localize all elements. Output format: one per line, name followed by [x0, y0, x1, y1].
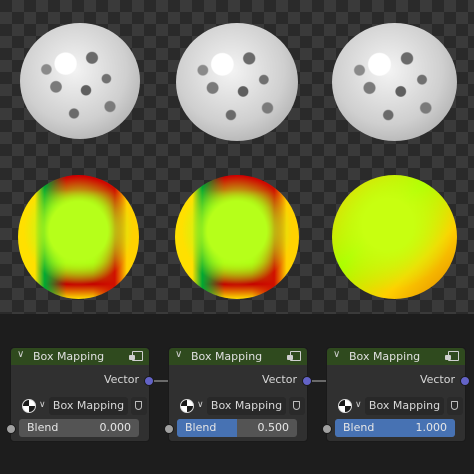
preview-sphere-texture-2 [176, 23, 298, 141]
node-title: Box Mapping [33, 350, 105, 363]
chevron-down-icon[interactable]: ∨ [333, 349, 340, 360]
blend-label: Blend [185, 421, 217, 434]
projection-sphere-icon[interactable] [22, 399, 36, 413]
chevron-down-icon[interactable]: ∨ [39, 400, 46, 410]
chevron-down-icon[interactable]: ∨ [197, 400, 204, 410]
preview-sphere-vector-1 [18, 175, 139, 299]
box-mapping-node[interactable]: ∨ Box Mapping Vector ∨ Box Mapping Blend… [322, 347, 470, 442]
blend-label: Blend [27, 421, 59, 434]
blend-value: 0.000 [99, 421, 132, 434]
chevron-down-icon[interactable]: ∨ [355, 400, 362, 410]
vector-output-socket[interactable] [302, 376, 312, 386]
node-preview-icon[interactable] [445, 351, 459, 361]
box-mapping-node[interactable]: ∨ Box Mapping Vector ∨ Box Mapping Blend… [164, 347, 312, 442]
projection-sphere-icon[interactable] [180, 399, 194, 413]
fake-user-shield-icon[interactable] [131, 397, 147, 415]
blend-slider[interactable]: Blend 0.000 [19, 419, 139, 437]
vector-output-socket[interactable] [460, 376, 470, 386]
preview-sphere-vector-2 [175, 175, 299, 299]
node-header[interactable]: ∨ Box Mapping [169, 348, 307, 365]
node-link [154, 380, 168, 382]
chevron-down-icon[interactable]: ∨ [17, 349, 24, 360]
vector-output-label: Vector [103, 373, 139, 386]
blend-input-socket[interactable] [6, 424, 16, 434]
blend-label: Blend [343, 421, 375, 434]
node-header[interactable]: ∨ Box Mapping [327, 348, 465, 365]
blend-input-socket[interactable] [322, 424, 332, 434]
fake-user-shield-icon[interactable] [447, 397, 463, 415]
projection-sphere-icon[interactable] [338, 399, 352, 413]
blend-slider[interactable]: Blend 0.500 [177, 419, 297, 437]
node-title: Box Mapping [349, 350, 421, 363]
chevron-down-icon[interactable]: ∨ [175, 349, 182, 360]
blend-value: 0.500 [257, 421, 290, 434]
node-title: Box Mapping [191, 350, 263, 363]
image-dropdown[interactable]: Box Mapping [365, 397, 444, 415]
box-mapping-node[interactable]: ∨ Box Mapping Vector ∨ Box Mapping Blend… [6, 347, 154, 442]
preview-sphere-texture-1 [20, 23, 140, 139]
preview-sphere-vector-3 [332, 175, 457, 299]
node-link [312, 380, 326, 382]
image-dropdown[interactable]: Box Mapping [207, 397, 286, 415]
blend-input-socket[interactable] [164, 424, 174, 434]
preview-sphere-texture-3 [332, 23, 457, 141]
material-preview-area [0, 0, 474, 314]
fake-user-shield-icon[interactable] [289, 397, 305, 415]
vector-output-label: Vector [261, 373, 297, 386]
vector-output-label: Vector [419, 373, 455, 386]
blend-value: 1.000 [415, 421, 448, 434]
blend-slider[interactable]: Blend 1.000 [335, 419, 455, 437]
node-header[interactable]: ∨ Box Mapping [11, 348, 149, 365]
node-preview-icon[interactable] [287, 351, 301, 361]
vector-output-socket[interactable] [144, 376, 154, 386]
node-preview-icon[interactable] [129, 351, 143, 361]
image-dropdown[interactable]: Box Mapping [49, 397, 128, 415]
